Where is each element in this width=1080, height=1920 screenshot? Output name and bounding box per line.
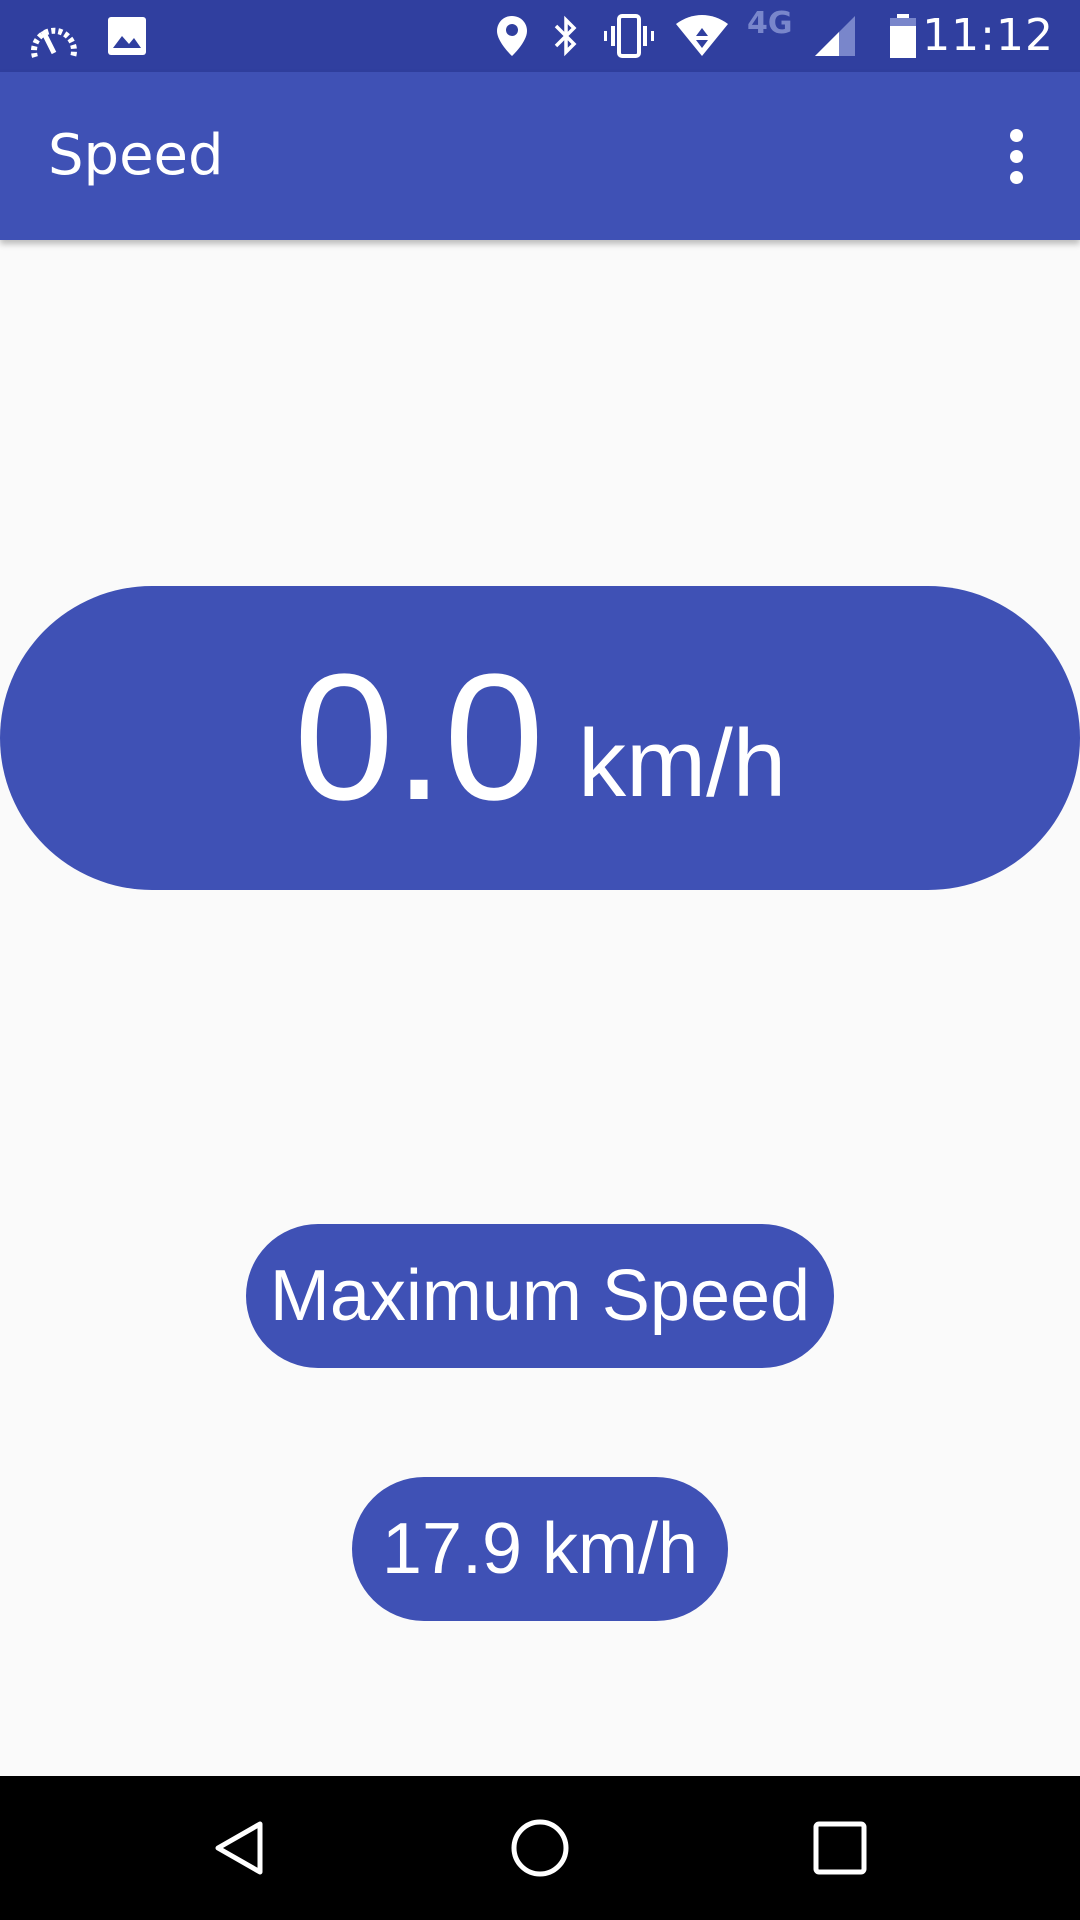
- home-button[interactable]: [490, 1798, 590, 1898]
- image-icon: [104, 0, 150, 72]
- wifi-icon: [672, 0, 732, 72]
- back-button[interactable]: [190, 1798, 290, 1898]
- recents-button[interactable]: [790, 1798, 890, 1898]
- status-bar: 4G 11:12: [0, 0, 1080, 72]
- more-options-button[interactable]: [976, 114, 1056, 198]
- clock: 11:12: [922, 10, 1054, 61]
- current-speed-unit: km/h: [578, 710, 787, 817]
- current-speed-display: 0.0 km/h: [0, 586, 1080, 890]
- navigation-bar: [0, 1776, 1080, 1920]
- screen: 4G 11:12 Speed 0.0 km/h Maximum Speed 17…: [0, 0, 1080, 1920]
- bluetooth-icon: [548, 0, 584, 72]
- home-icon: [511, 1819, 569, 1877]
- app-bar: Speed: [0, 72, 1080, 240]
- app-title: Speed: [48, 123, 224, 188]
- current-speed-value: 0.0: [293, 637, 545, 838]
- more-vert-icon: [1009, 125, 1023, 188]
- network-type-label: 4G: [747, 6, 793, 41]
- max-speed-value: 17.9 km/h: [352, 1477, 728, 1621]
- signal-icon: [812, 0, 858, 72]
- location-icon: [492, 0, 532, 72]
- vibrate-icon: [600, 0, 658, 72]
- max-speed-label: Maximum Speed: [246, 1224, 834, 1368]
- speedometer-icon: [26, 0, 82, 72]
- recents-icon: [813, 1821, 867, 1875]
- back-icon: [215, 1821, 263, 1875]
- battery-icon: [886, 0, 920, 72]
